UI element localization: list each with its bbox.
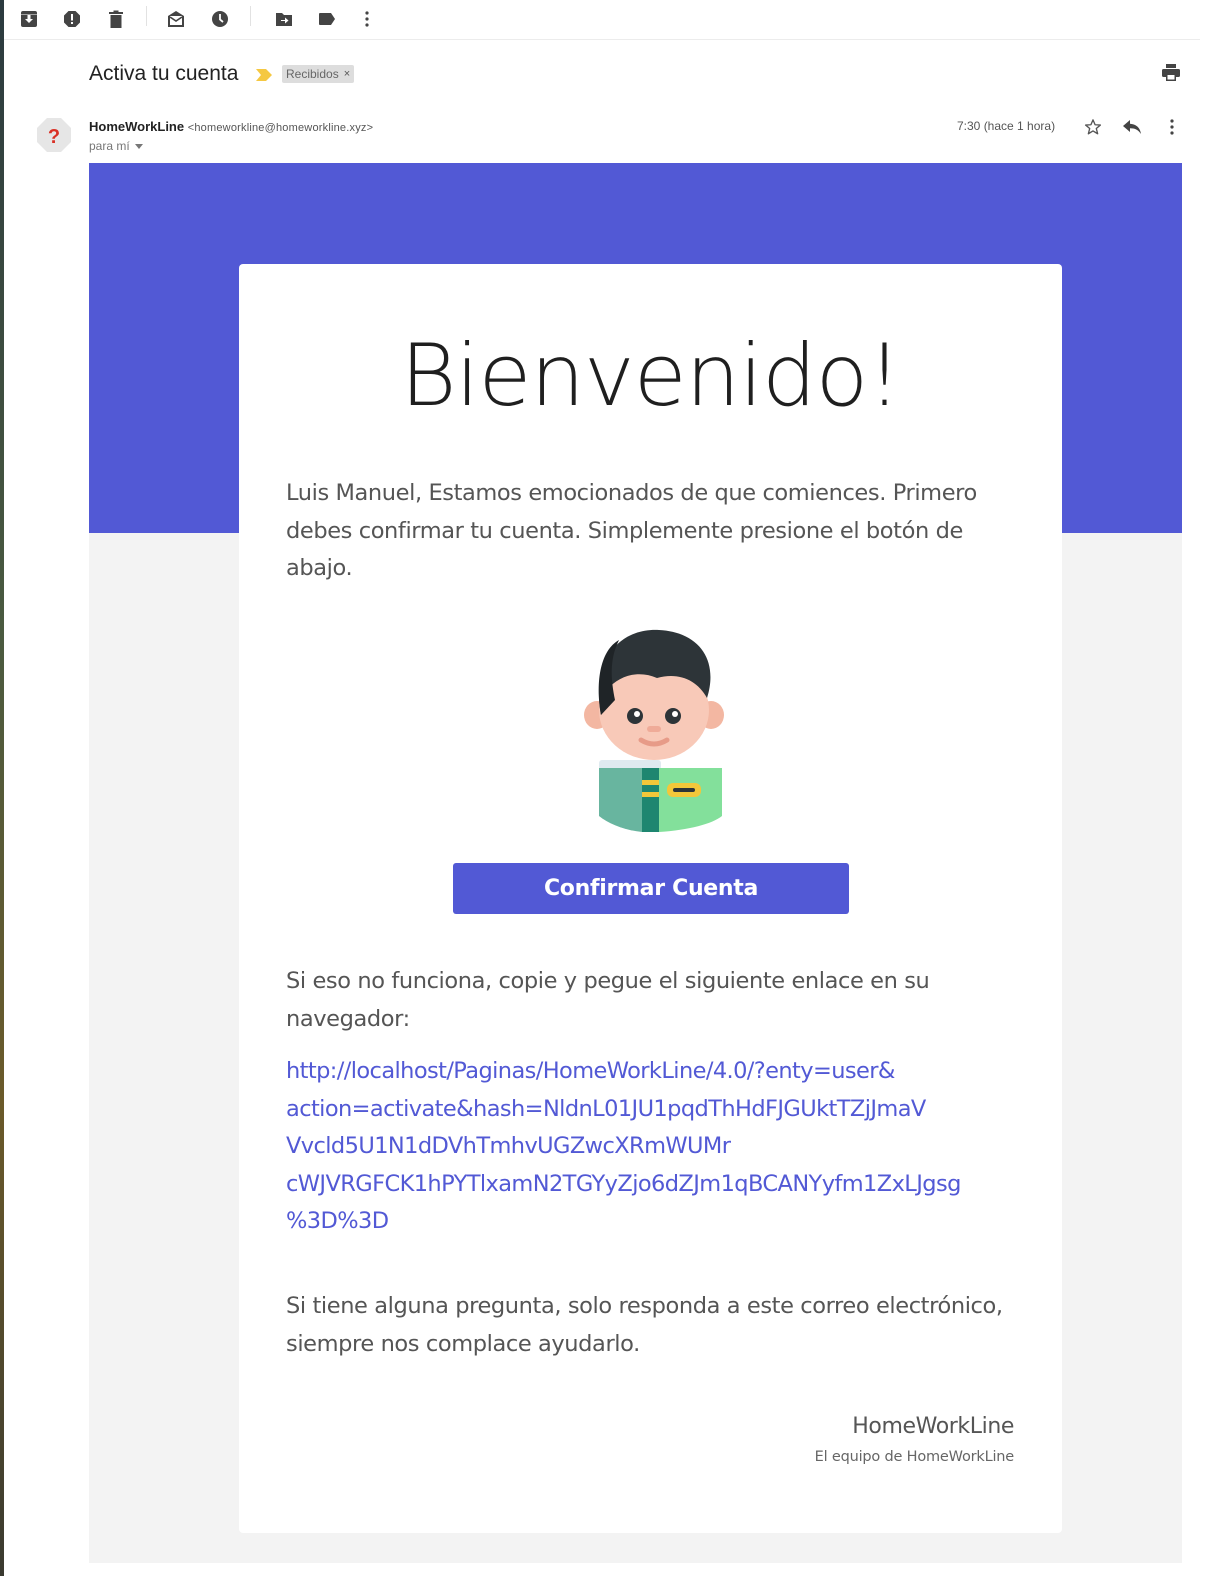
questions-paragraph: Si tiene alguna pregunta, solo responda … bbox=[286, 1293, 1003, 1357]
move-to-button[interactable] bbox=[272, 7, 296, 31]
sender-avatar[interactable]: ? bbox=[36, 117, 72, 153]
reply-button[interactable] bbox=[1120, 116, 1144, 138]
toolbar-divider bbox=[146, 6, 147, 26]
recipient-text: para mí bbox=[89, 139, 130, 153]
snooze-button[interactable] bbox=[208, 7, 232, 31]
mark-unread-icon bbox=[168, 11, 184, 27]
unknown-sender-icon: ? bbox=[37, 118, 71, 152]
sender-info: HomeWorkLine <homeworkline@homeworkline.… bbox=[89, 119, 373, 134]
email-subject: Activa tu cuenta bbox=[89, 62, 239, 85]
shirt-left bbox=[599, 768, 642, 832]
nose bbox=[647, 726, 661, 732]
report-spam-button[interactable] bbox=[60, 7, 84, 31]
toolbar-divider bbox=[250, 6, 251, 26]
activation-link[interactable]: http://localhost/Paginas/HomeWorkLine/4.… bbox=[286, 1053, 1016, 1241]
activation-link-line[interactable]: action=activate&hash=NldnL01JU1pqdThHdFJ… bbox=[286, 1091, 1016, 1129]
confirm-account-button[interactable]: Confirmar Cuenta bbox=[453, 863, 849, 914]
star-button[interactable] bbox=[1081, 116, 1105, 138]
mark-unread-button[interactable] bbox=[164, 7, 188, 31]
report-spam-icon bbox=[64, 11, 80, 27]
caret-down-icon bbox=[134, 143, 143, 149]
importance-icon bbox=[256, 69, 272, 81]
welcome-heading: Bienvenido! bbox=[400, 326, 902, 426]
reply-icon bbox=[1123, 120, 1141, 134]
labels-button[interactable] bbox=[315, 7, 339, 31]
recipient-details-toggle[interactable]: para mí bbox=[89, 139, 143, 153]
more-vertical-icon bbox=[1170, 119, 1174, 135]
move-to-folder-icon bbox=[276, 13, 292, 26]
message-time: 7:30 (hace 1 hora) bbox=[957, 119, 1056, 133]
eye-left-shine bbox=[634, 711, 640, 717]
shirt-stripe bbox=[642, 780, 659, 785]
print-icon bbox=[1162, 64, 1180, 81]
user-avatar-illustration bbox=[584, 629, 724, 832]
print-button[interactable] bbox=[1161, 64, 1181, 87]
signature-team: El equipo de HomeWorkLine bbox=[814, 1449, 1015, 1465]
activation-link-line[interactable]: Vvcld5U1N1dDVhTmhvUGZwcXRmWUMr bbox=[286, 1128, 1016, 1166]
message-toolbar bbox=[4, 0, 1200, 40]
window-edge bbox=[0, 0, 4, 1576]
star-icon bbox=[1084, 119, 1102, 135]
fallback-paragraph: Si eso no funciona, copie y pegue el sig… bbox=[286, 968, 930, 1032]
shirt-stripe bbox=[642, 792, 659, 797]
activation-link-line[interactable]: http://localhost/Paginas/HomeWorkLine/4.… bbox=[286, 1053, 1016, 1091]
message-more-button[interactable] bbox=[1160, 116, 1184, 138]
signature-name: HomeWorkLine bbox=[852, 1414, 1014, 1439]
sender-email: <homeworkline@homeworkline.xyz> bbox=[187, 122, 374, 134]
importance-marker[interactable] bbox=[256, 68, 272, 86]
archive-icon bbox=[21, 11, 37, 27]
label-chip-inbox: Recibidos × bbox=[282, 65, 355, 83]
shirt-placket bbox=[642, 768, 659, 832]
email-card: Bienvenido! Luis Manuel, Estamos emocion… bbox=[239, 264, 1062, 1533]
label-icon bbox=[319, 13, 335, 25]
svg-text:?: ? bbox=[48, 126, 60, 148]
more-vertical-icon bbox=[365, 11, 369, 27]
shirt-right bbox=[659, 768, 722, 832]
remove-label-button[interactable]: × bbox=[344, 65, 350, 83]
more-options-button[interactable] bbox=[355, 7, 379, 31]
activation-link-line[interactable]: %3D%3D bbox=[286, 1203, 1016, 1241]
delete-button[interactable] bbox=[104, 7, 128, 31]
trash-icon bbox=[109, 10, 123, 28]
window-right-margin bbox=[1196, 40, 1208, 1576]
label-chip-text: Recibidos bbox=[286, 67, 339, 81]
clock-icon bbox=[212, 11, 228, 27]
badge-slot bbox=[673, 788, 695, 792]
sender-name[interactable]: HomeWorkLine bbox=[89, 119, 184, 134]
eye-right-shine bbox=[672, 711, 678, 717]
activation-link-line[interactable]: cWJVRGFCK1hPYTlxamN2TGYyZjo6dZJm1qBCANYy… bbox=[286, 1166, 1016, 1204]
archive-button[interactable] bbox=[17, 7, 41, 31]
intro-paragraph: Luis Manuel, Estamos emocionados de que … bbox=[286, 480, 977, 581]
